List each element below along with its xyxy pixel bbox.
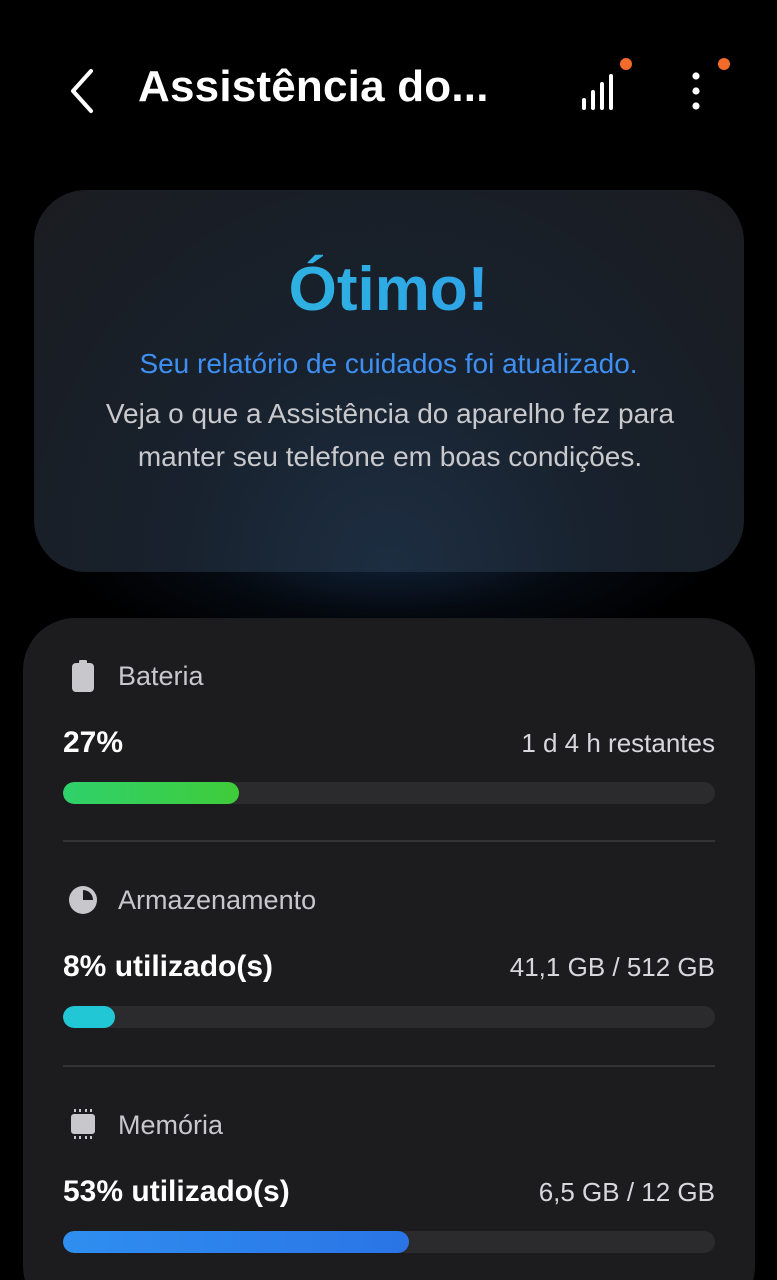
storage-header: Armazenamento — [63, 880, 316, 920]
device-care-screen: Assistência do... Ótimo! Seu relatório d… — [0, 0, 777, 1280]
storage-capacity: 41,1 GB / 512 GB — [509, 952, 715, 982]
notification-badge — [620, 58, 632, 70]
storage-usage: 8% utilizado(s) — [63, 950, 274, 983]
battery-progress-bar — [63, 782, 715, 804]
storage-label: Armazenamento — [118, 884, 317, 915]
memory-progress-fill — [63, 1231, 409, 1253]
app-bar: Assistência do... — [0, 0, 777, 180]
memory-label: Memória — [118, 1109, 224, 1140]
storage-section[interactable]: Armazenamento 8% utilizado(s) 41,1 GB / … — [63, 880, 715, 1030]
battery-time-remaining: 1 d 4 h restantes — [521, 728, 715, 758]
notification-badge — [718, 58, 730, 70]
status-card — [34, 190, 744, 572]
memory-progress-bar — [63, 1231, 715, 1253]
divider — [63, 840, 715, 842]
memory-usage: 53% utilizado(s) — [63, 1175, 290, 1208]
storage-progress-bar — [63, 1006, 715, 1028]
signal-button[interactable] — [570, 54, 636, 120]
pie-chart-icon — [63, 880, 103, 920]
more-vertical-icon — [672, 72, 732, 124]
memory-header: Memória — [63, 1105, 223, 1145]
back-button[interactable] — [52, 58, 112, 128]
battery-header: Bateria — [63, 656, 204, 696]
battery-section[interactable]: Bateria 27% 1 d 4 h restantes — [63, 656, 715, 806]
storage-progress-fill — [63, 1006, 116, 1028]
memory-capacity: 6,5 GB / 12 GB — [538, 1177, 715, 1207]
battery-label: Bateria — [118, 660, 204, 691]
chevron-left-icon — [67, 67, 97, 120]
memory-chip-icon — [63, 1105, 103, 1145]
divider — [63, 1065, 715, 1067]
memory-section[interactable]: Memória 53% utilizado(s) 6,5 GB / 12 GB — [63, 1105, 715, 1255]
signal-bars-icon — [570, 74, 636, 124]
care-report-link[interactable]: Seu relatório de cuidados foi atualizado… — [0, 348, 777, 380]
page-title: Assistência do... — [138, 62, 489, 111]
status-title: Ótimo! — [0, 254, 777, 325]
more-options-button[interactable] — [672, 54, 732, 120]
battery-icon — [63, 656, 103, 696]
status-description: Veja o que a Assistência do aparelho fez… — [105, 398, 675, 472]
battery-progress-fill — [63, 782, 240, 804]
battery-percentage: 27% — [63, 726, 124, 759]
